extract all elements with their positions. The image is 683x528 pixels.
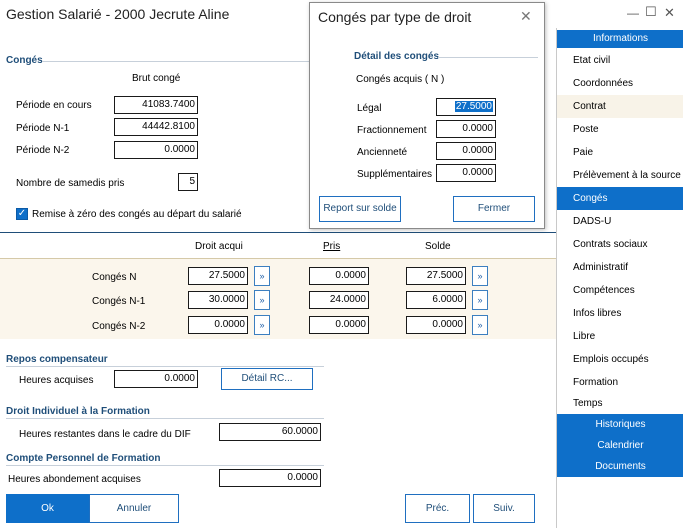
sidebar-sub-documents[interactable]: Documents <box>557 456 683 477</box>
window-title: Gestion Salarié - 2000 Jecrute Aline <box>6 6 230 22</box>
solde-header: Solde <box>425 241 451 252</box>
sidebar-item-formation[interactable]: Formation <box>557 371 683 394</box>
minimize-icon[interactable]: — <box>627 6 639 20</box>
conges-n-solde-arrow-button[interactable]: » <box>472 266 488 286</box>
sidebar-item-poste[interactable]: Poste <box>557 118 683 141</box>
conges-n1-droit-arrow-button[interactable]: » <box>254 290 270 310</box>
sidebar-item-contrats-sociaux[interactable]: Contrats sociaux <box>557 233 683 256</box>
periode-n1-label: Période N-1 <box>16 123 70 134</box>
annuler-button[interactable]: Annuler <box>89 494 179 523</box>
remise-label: Remise à zéro des congés au départ du sa… <box>32 209 242 220</box>
dialog-anciennete-label: Ancienneté <box>357 147 408 158</box>
conges-section-title: Congés <box>6 55 43 66</box>
periode-n2-label: Période N-2 <box>16 145 70 156</box>
conges-n1-solde-arrow-button[interactable]: » <box>472 290 488 310</box>
droits-table-border <box>0 232 556 233</box>
dialog-legal-label: Légal <box>357 103 382 114</box>
repos-divider <box>6 366 324 367</box>
periode-n1-input[interactable]: 44442.8100 <box>114 118 198 136</box>
conges-n2-solde-input[interactable]: 0.0000 <box>406 316 466 334</box>
cpf-divider <box>6 465 324 466</box>
dialog-close-icon[interactable]: ✕ <box>520 8 532 25</box>
cpf-heures-input[interactable]: 0.0000 <box>219 469 321 487</box>
sidebar-item-administratif[interactable]: Administratif <box>557 256 683 279</box>
dialog-legal-input[interactable]: 27.5000 <box>436 98 496 116</box>
conges-n-pris-input[interactable]: 0.0000 <box>309 267 369 285</box>
dialog-supplementaires-input[interactable]: 0.0000 <box>436 164 496 182</box>
dialog-anciennete-input[interactable]: 0.0000 <box>436 142 496 160</box>
dialog-section-divider <box>438 57 538 58</box>
conges-n-label: Congés N <box>92 272 137 283</box>
prec-button[interactable]: Préc. <box>405 494 470 523</box>
dialog-supplementaires-label: Supplémentaires <box>357 169 433 180</box>
dif-section-title: Droit Individuel à la Formation <box>6 406 150 417</box>
dialog-legal-value: 27.5000 <box>454 101 493 112</box>
remise-checkbox[interactable]: ✓ <box>16 208 28 220</box>
heures-acquises-label: Heures acquises <box>19 375 94 386</box>
fermer-button[interactable]: Fermer <box>453 196 535 222</box>
conges-n1-label: Congés N-1 <box>92 296 146 307</box>
conges-n2-droit-input[interactable]: 0.0000 <box>188 316 248 334</box>
sidebar-item-dads-u[interactable]: DADS-U <box>557 210 683 233</box>
suiv-button[interactable]: Suiv. <box>473 494 535 523</box>
detail-rc-button[interactable]: Détail RC... <box>221 368 313 390</box>
conges-n2-droit-arrow-button[interactable]: » <box>254 315 270 335</box>
conges-n2-solde-arrow-button[interactable]: » <box>472 315 488 335</box>
sidebar-item-infos-libres[interactable]: Infos libres <box>557 302 683 325</box>
sidebar-item-prelevement[interactable]: Prélèvement à la source <box>557 164 683 187</box>
sidebar-item-contrat[interactable]: Contrat <box>557 95 683 118</box>
sidebar-item-conges[interactable]: Congés <box>557 187 683 210</box>
dialog-fractionnement-label: Fractionnement <box>357 125 427 136</box>
sidebar-sub-historiques[interactable]: Historiques <box>557 414 683 435</box>
conges-n-droit-arrow-button[interactable]: » <box>254 266 270 286</box>
repos-section-title: Repos compensateur <box>6 354 108 365</box>
cpf-heures-label: Heures abondement acquises <box>8 474 141 485</box>
samedis-input[interactable]: 5 <box>178 173 198 191</box>
heures-acquises-input[interactable]: 0.0000 <box>114 370 198 388</box>
conges-acquis-subtitle: Congés acquis ( N ) <box>356 74 445 85</box>
droit-acqui-header: Droit acqui <box>195 241 243 252</box>
sidebar-item-coordonnees[interactable]: Coordonnées <box>557 72 683 95</box>
cpf-section-title: Compte Personnel de Formation <box>6 453 161 464</box>
sidebar-item-competences[interactable]: Compétences <box>557 279 683 302</box>
sidebar-sub-calendrier[interactable]: Calendrier <box>557 435 683 456</box>
pris-header: Pris <box>323 241 341 252</box>
conges-n1-solde-input[interactable]: 6.0000 <box>406 291 466 309</box>
conges-n2-label: Congés N-2 <box>92 321 146 332</box>
dif-heures-label: Heures restantes dans le cadre du DIF <box>19 429 191 440</box>
sidebar-item-emplois-occupes[interactable]: Emplois occupés <box>557 348 683 371</box>
dialog-fractionnement-input[interactable]: 0.0000 <box>436 120 496 138</box>
conges-n1-droit-input[interactable]: 30.0000 <box>188 291 248 309</box>
close-window-icon[interactable]: ✕ <box>664 5 675 21</box>
sidebar-item-libre[interactable]: Libre <box>557 325 683 348</box>
sidebar-header-informations[interactable]: Informations <box>557 30 683 48</box>
report-sur-solde-button[interactable]: Report sur solde <box>319 196 401 222</box>
conges-type-droit-dialog: Congés par type de droit ✕ Détail des co… <box>309 2 545 229</box>
conges-n2-pris-input[interactable]: 0.0000 <box>309 316 369 334</box>
sidebar-item-paie[interactable]: Paie <box>557 141 683 164</box>
dialog-title: Congés par type de droit <box>318 9 472 25</box>
maximize-icon[interactable]: ☐ <box>645 4 657 20</box>
conges-n-solde-input[interactable]: 27.5000 <box>406 267 466 285</box>
detail-conges-section-title: Détail des congés <box>354 51 440 62</box>
ok-button[interactable]: Ok <box>6 494 89 523</box>
dif-heures-input[interactable]: 60.0000 <box>219 423 321 441</box>
conges-divider <box>42 61 310 62</box>
samedis-label: Nombre de samedis pris <box>16 178 125 189</box>
conges-n-droit-input[interactable]: 27.5000 <box>188 267 248 285</box>
periode-en-cours-input[interactable]: 41083.7400 <box>114 96 198 114</box>
conges-n1-pris-input[interactable]: 24.0000 <box>309 291 369 309</box>
brut-conge-header: Brut congé <box>132 73 181 84</box>
checkmark-icon: ✓ <box>17 208 27 219</box>
periode-en-cours-label: Période en cours <box>16 100 92 111</box>
sidebar-item-etat-civil[interactable]: Etat civil <box>557 49 683 72</box>
periode-n2-input[interactable]: 0.0000 <box>114 141 198 159</box>
sidebar-item-temps[interactable]: Temps <box>557 392 683 415</box>
dif-divider <box>6 418 324 419</box>
sidebar: Informations Etat civil Coordonnées Cont… <box>556 28 683 528</box>
